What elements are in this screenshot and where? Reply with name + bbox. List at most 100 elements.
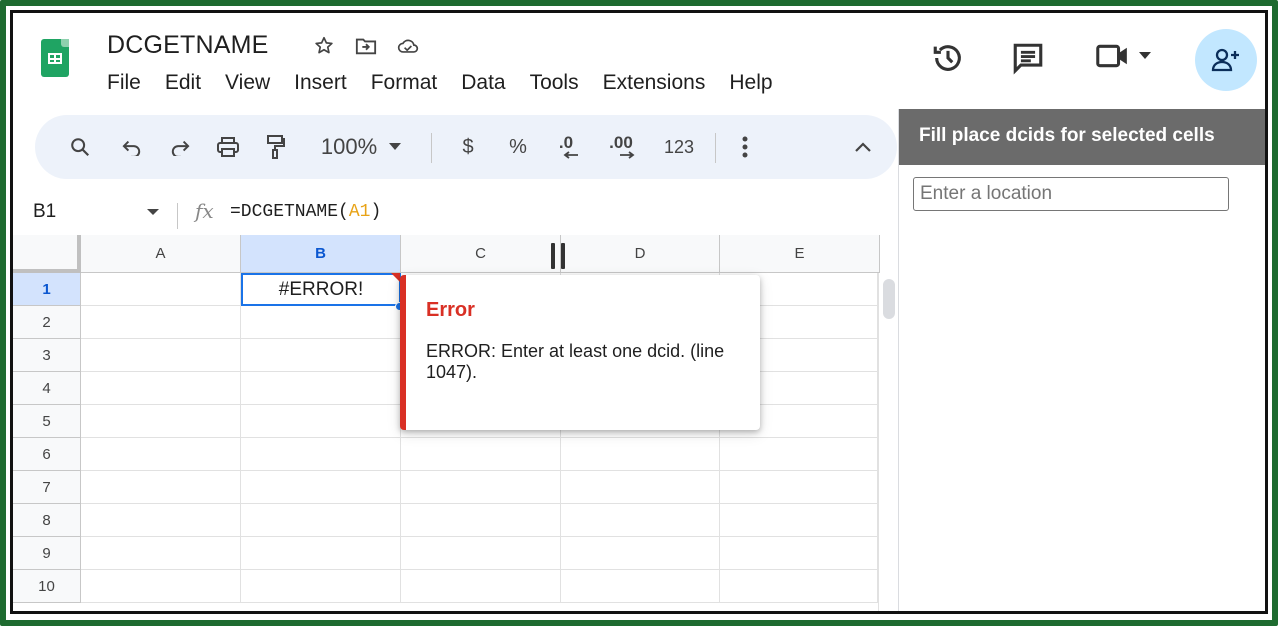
cell-a3[interactable]	[81, 339, 241, 372]
cell-b9[interactable]	[241, 537, 401, 570]
cell-b10[interactable]	[241, 570, 401, 603]
cell-a9[interactable]	[81, 537, 241, 570]
share-add-person-icon[interactable]	[1195, 29, 1257, 91]
row-header-5[interactable]: 5	[13, 405, 81, 438]
sheets-logo-icon[interactable]	[41, 39, 69, 77]
sidebar-title: Fill place dcids for selected cells	[899, 109, 1265, 165]
row-header-1[interactable]: 1	[13, 273, 81, 306]
column-header-a[interactable]: A	[81, 235, 241, 273]
row-header-2[interactable]: 2	[13, 306, 81, 339]
cell-a5[interactable]	[81, 405, 241, 438]
cell-e7[interactable]	[720, 471, 878, 504]
zoom-select[interactable]: 100%	[311, 115, 411, 179]
cell-b7[interactable]	[241, 471, 401, 504]
cell-a8[interactable]	[81, 504, 241, 537]
comments-icon[interactable]	[1011, 41, 1045, 80]
print-icon[interactable]	[213, 115, 243, 179]
cell-e8[interactable]	[720, 504, 878, 537]
menu-insert[interactable]: Insert	[294, 71, 347, 95]
increase-decimal-button[interactable]: .00	[601, 115, 641, 179]
arrow-right-icon	[620, 151, 635, 159]
arrow-left-icon	[563, 151, 578, 159]
star-icon[interactable]	[313, 35, 335, 57]
cell-b4[interactable]	[241, 372, 401, 405]
decrease-decimal-button[interactable]: .0	[549, 115, 583, 179]
version-history-icon[interactable]	[931, 41, 965, 80]
cell-d7[interactable]	[561, 471, 720, 504]
cell-c9[interactable]	[401, 537, 561, 570]
cell-d9[interactable]	[561, 537, 720, 570]
document-title[interactable]: DCGETNAME	[107, 31, 269, 60]
select-all-corner[interactable]	[13, 235, 81, 273]
row-header-7[interactable]: 7	[13, 471, 81, 504]
cell-c6[interactable]	[401, 438, 561, 471]
row-header-6[interactable]: 6	[13, 438, 81, 471]
cell-a4[interactable]	[81, 372, 241, 405]
search-menus-icon[interactable]	[65, 115, 95, 179]
menu-tools[interactable]: Tools	[530, 71, 579, 95]
vertical-scrollbar[interactable]	[883, 279, 895, 319]
formula-input[interactable]: =DCGETNAME(A1)	[230, 202, 381, 222]
row-header-4[interactable]: 4	[13, 372, 81, 405]
row-header-10[interactable]: 10	[13, 570, 81, 603]
cell-b6[interactable]	[241, 438, 401, 471]
cell-a6[interactable]	[81, 438, 241, 471]
cell-d8[interactable]	[561, 504, 720, 537]
cell-e10[interactable]	[720, 570, 878, 603]
cell-a7[interactable]	[81, 471, 241, 504]
cell-b5[interactable]	[241, 405, 401, 438]
more-options-icon[interactable]	[735, 115, 755, 179]
menu-format[interactable]: Format	[371, 71, 438, 95]
menu-data[interactable]: Data	[461, 71, 505, 95]
active-cell-b1[interactable]: #ERROR!	[241, 273, 401, 306]
menu-edit[interactable]: Edit	[165, 71, 201, 95]
number-format-button[interactable]: 123	[659, 115, 699, 179]
column-header-b[interactable]: B	[241, 235, 401, 273]
column-header-c[interactable]: C	[401, 235, 561, 273]
name-box[interactable]: B1	[33, 201, 56, 223]
menu-help[interactable]: Help	[729, 71, 772, 95]
row-header-3[interactable]: 3	[13, 339, 81, 372]
paint-format-icon[interactable]	[261, 115, 291, 179]
meet-button[interactable]	[1095, 41, 1151, 71]
cell-c10[interactable]	[401, 570, 561, 603]
error-message: ERROR: Enter at least one dcid. (line 10…	[426, 341, 725, 382]
currency-format-button[interactable]: $	[455, 115, 481, 179]
row-header-9[interactable]: 9	[13, 537, 81, 570]
column-header-d[interactable]: D	[561, 235, 720, 273]
cell-b2[interactable]	[241, 306, 401, 339]
cell-a10[interactable]	[81, 570, 241, 603]
menu-view[interactable]: View	[225, 71, 270, 95]
function-fx-icon: fx	[195, 199, 214, 223]
error-indicator-icon[interactable]	[391, 273, 400, 282]
undo-icon[interactable]	[117, 115, 147, 179]
collapse-menus-icon[interactable]	[851, 115, 875, 179]
cell-c8[interactable]	[401, 504, 561, 537]
error-title: Error	[426, 299, 475, 321]
cell-b3[interactable]	[241, 339, 401, 372]
cell-b8[interactable]	[241, 504, 401, 537]
cell-a2[interactable]	[81, 306, 241, 339]
percent-format-button[interactable]: %	[505, 115, 531, 179]
cloud-saved-icon[interactable]	[397, 35, 419, 57]
name-box-dropdown-icon[interactable]	[147, 209, 159, 215]
toolbar: 100% $ % .0 .00 123	[35, 115, 897, 179]
cell-d10[interactable]	[561, 570, 720, 603]
addon-sidebar: Fill place dcids for selected cells	[898, 109, 1265, 611]
cell-c7[interactable]	[401, 471, 561, 504]
cell-d6[interactable]	[561, 438, 720, 471]
cell-e9[interactable]	[720, 537, 878, 570]
cell-e6[interactable]	[720, 438, 878, 471]
cell-a1[interactable]	[81, 273, 241, 306]
move-folder-icon[interactable]	[355, 35, 377, 57]
column-header-e[interactable]: E	[720, 235, 880, 273]
column-resize-handle[interactable]	[551, 243, 555, 269]
redo-icon[interactable]	[165, 115, 195, 179]
menu-file[interactable]: File	[107, 71, 141, 95]
menu-extensions[interactable]: Extensions	[603, 71, 706, 95]
column-resize-handle[interactable]	[561, 243, 565, 269]
location-input[interactable]	[913, 177, 1229, 211]
toolbar-divider	[431, 133, 432, 163]
zoom-value: 100%	[320, 134, 378, 159]
row-header-8[interactable]: 8	[13, 504, 81, 537]
